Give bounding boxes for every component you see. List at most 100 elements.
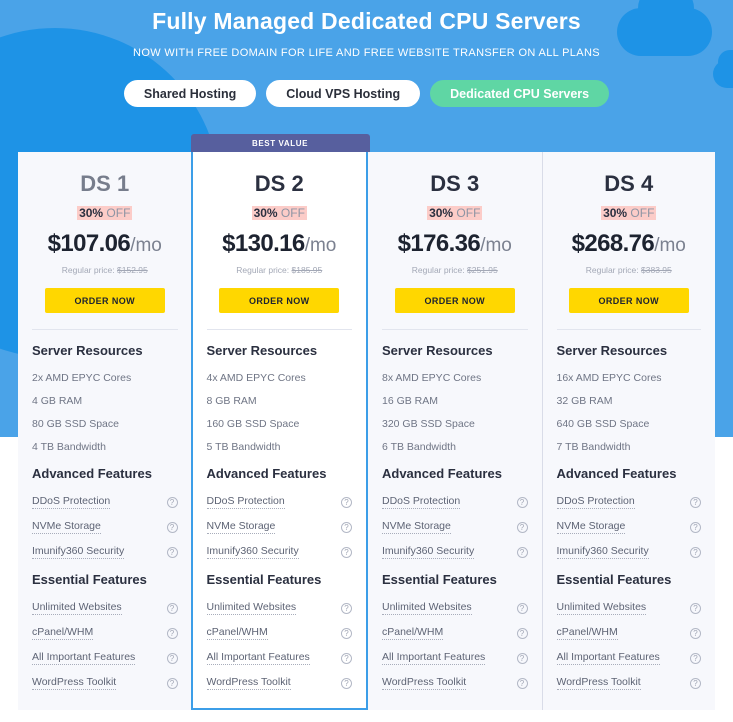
help-icon[interactable]: ? (516, 627, 528, 639)
feature-imunify360-security[interactable]: Imunify360 Security (206, 545, 299, 559)
order-now-button[interactable]: ORDER NOW (44, 288, 165, 313)
feature-wordpress-toolkit[interactable]: WordPress Toolkit (382, 676, 467, 690)
list-item: NVMe Storage? (32, 509, 178, 534)
feature-cpanel-whm[interactable]: cPanel/WHM (556, 626, 618, 640)
feature-cpanel-whm[interactable]: cPanel/WHM (206, 626, 268, 640)
section-title-essential-features: Essential Features (556, 572, 672, 587)
list-item: 4x AMD EPYC Cores (206, 372, 306, 384)
feature-nvme-storage[interactable]: NVMe Storage (556, 520, 626, 534)
regular-price-value: $251.95 (467, 265, 498, 275)
discount-highlight: 30% OFF (601, 206, 657, 220)
feature-unlimited-websites[interactable]: Unlimited Websites (382, 601, 472, 615)
feature-ddos-protection[interactable]: DDoS Protection (206, 495, 285, 509)
plan-price: $268.76 (571, 230, 655, 257)
feature-imunify360-security[interactable]: Imunify360 Security (556, 545, 649, 559)
help-icon[interactable]: ? (516, 521, 528, 533)
plan-name: DS 1 (80, 171, 130, 196)
discount-percent: 30% (429, 206, 454, 220)
discount-percent: 30% (79, 206, 104, 220)
feature-ddos-protection[interactable]: DDoS Protection (556, 495, 635, 509)
list-item: DDoS Protection? (556, 484, 701, 509)
plan-price: $130.16 (222, 230, 305, 257)
help-icon[interactable]: ? (516, 652, 528, 664)
help-icon[interactable]: ? (166, 677, 178, 689)
order-now-button[interactable]: ORDER NOW (219, 288, 340, 313)
help-icon[interactable]: ? (690, 546, 701, 558)
help-icon[interactable]: ? (690, 627, 701, 639)
section-title-advanced-features: Advanced Features (32, 466, 152, 481)
list-item: cPanel/WHM? (32, 615, 178, 640)
help-icon[interactable]: ? (341, 627, 352, 639)
price-period: /mo (654, 235, 686, 256)
feature-nvme-storage[interactable]: NVMe Storage (382, 520, 451, 534)
help-icon[interactable]: ? (341, 677, 352, 689)
feature-all-important-features[interactable]: All Important Features (32, 651, 136, 665)
tab-dedicated-cpu-servers[interactable]: Dedicated CPU Servers (430, 80, 610, 107)
order-now-button[interactable]: ORDER NOW (394, 288, 515, 313)
help-icon[interactable]: ? (690, 652, 701, 664)
regular-price: Regular price: $152.95 (32, 258, 178, 275)
pricing-card-ds-2: BEST VALUE DS 2 30% OFF $130.16/mo Regular p… (190, 134, 370, 710)
help-icon[interactable]: ? (516, 496, 528, 508)
hero-content: Fully Managed Dedicated CPU Servers NOW … (0, 0, 733, 107)
help-icon[interactable]: ? (166, 496, 178, 508)
help-icon[interactable]: ? (516, 677, 528, 689)
discount-badge: 30% OFF (207, 197, 353, 220)
feature-all-important-features[interactable]: All Important Features (382, 651, 486, 665)
help-icon[interactable]: ? (341, 496, 352, 508)
list-item: NVMe Storage? (556, 509, 701, 534)
feature-all-important-features[interactable]: All Important Features (556, 651, 660, 665)
help-icon[interactable]: ? (690, 602, 701, 614)
help-icon[interactable]: ? (516, 602, 528, 614)
list-item: cPanel/WHM? (382, 615, 528, 640)
list-item: 5 TB Bandwidth (206, 441, 281, 453)
feature-wordpress-toolkit[interactable]: WordPress Toolkit (556, 676, 641, 690)
feature-nvme-storage[interactable]: NVMe Storage (32, 520, 101, 534)
help-icon[interactable]: ? (341, 521, 352, 533)
help-icon[interactable]: ? (341, 652, 352, 664)
list-item: 32 GB RAM (556, 395, 613, 407)
feature-ddos-protection[interactable]: DDoS Protection (382, 495, 461, 509)
help-icon[interactable]: ? (166, 521, 178, 533)
section-title-advanced-features: Advanced Features (206, 466, 327, 481)
help-icon[interactable]: ? (516, 546, 528, 558)
feature-wordpress-toolkit[interactable]: WordPress Toolkit (206, 676, 291, 690)
list-item: 16 GB RAM (382, 395, 439, 407)
list-item: 2x AMD EPYC Cores (32, 372, 132, 384)
list-item: Imunify360 Security? (556, 534, 701, 559)
feature-imunify360-security[interactable]: Imunify360 Security (382, 545, 475, 559)
feature-ddos-protection[interactable]: DDoS Protection (32, 495, 111, 509)
list-item: 4 GB RAM (32, 395, 83, 407)
plan-price: $107.06 (47, 230, 131, 257)
tab-shared-hosting[interactable]: Shared Hosting (123, 80, 257, 107)
plan-name: DS 2 (254, 171, 304, 196)
order-now-button[interactable]: ORDER NOW (568, 288, 689, 313)
help-icon[interactable]: ? (341, 546, 352, 558)
feature-cpanel-whm[interactable]: cPanel/WHM (32, 626, 94, 640)
help-icon[interactable]: ? (341, 602, 352, 614)
feature-unlimited-websites[interactable]: Unlimited Websites (206, 601, 297, 615)
feature-cpanel-whm[interactable]: cPanel/WHM (382, 626, 444, 640)
help-icon[interactable]: ? (166, 546, 178, 558)
list-item: 8x AMD EPYC Cores (382, 372, 482, 384)
feature-wordpress-toolkit[interactable]: WordPress Toolkit (32, 676, 117, 690)
server-resources-list: 2x AMD EPYC Cores 4 GB RAM 80 GB SSD Space… (32, 358, 178, 453)
feature-nvme-storage[interactable]: NVMe Storage (206, 520, 276, 534)
advanced-feature-list: DDoS Protection? NVMe Storage? Imunify360 … (556, 481, 701, 559)
plan-name: DS 3 (430, 171, 480, 196)
list-item: 4 TB Bandwidth (32, 441, 106, 453)
help-icon[interactable]: ? (166, 602, 178, 614)
feature-all-important-features[interactable]: All Important Features (206, 651, 310, 665)
feature-unlimited-websites[interactable]: Unlimited Websites (32, 601, 122, 615)
help-icon[interactable]: ? (166, 652, 178, 664)
list-item: WordPress Toolkit? (382, 665, 528, 690)
help-icon[interactable]: ? (690, 521, 701, 533)
help-icon[interactable]: ? (690, 677, 701, 689)
help-icon[interactable]: ? (166, 627, 178, 639)
feature-unlimited-websites[interactable]: Unlimited Websites (556, 601, 647, 615)
tab-cloud-vps-hosting[interactable]: Cloud VPS Hosting (266, 80, 421, 107)
server-resources-list: 8x AMD EPYC Cores 16 GB RAM 320 GB SSD Spa… (382, 358, 528, 453)
help-icon[interactable]: ? (690, 496, 701, 508)
discount-highlight: 30% OFF (77, 206, 133, 220)
feature-imunify360-security[interactable]: Imunify360 Security (32, 545, 125, 559)
